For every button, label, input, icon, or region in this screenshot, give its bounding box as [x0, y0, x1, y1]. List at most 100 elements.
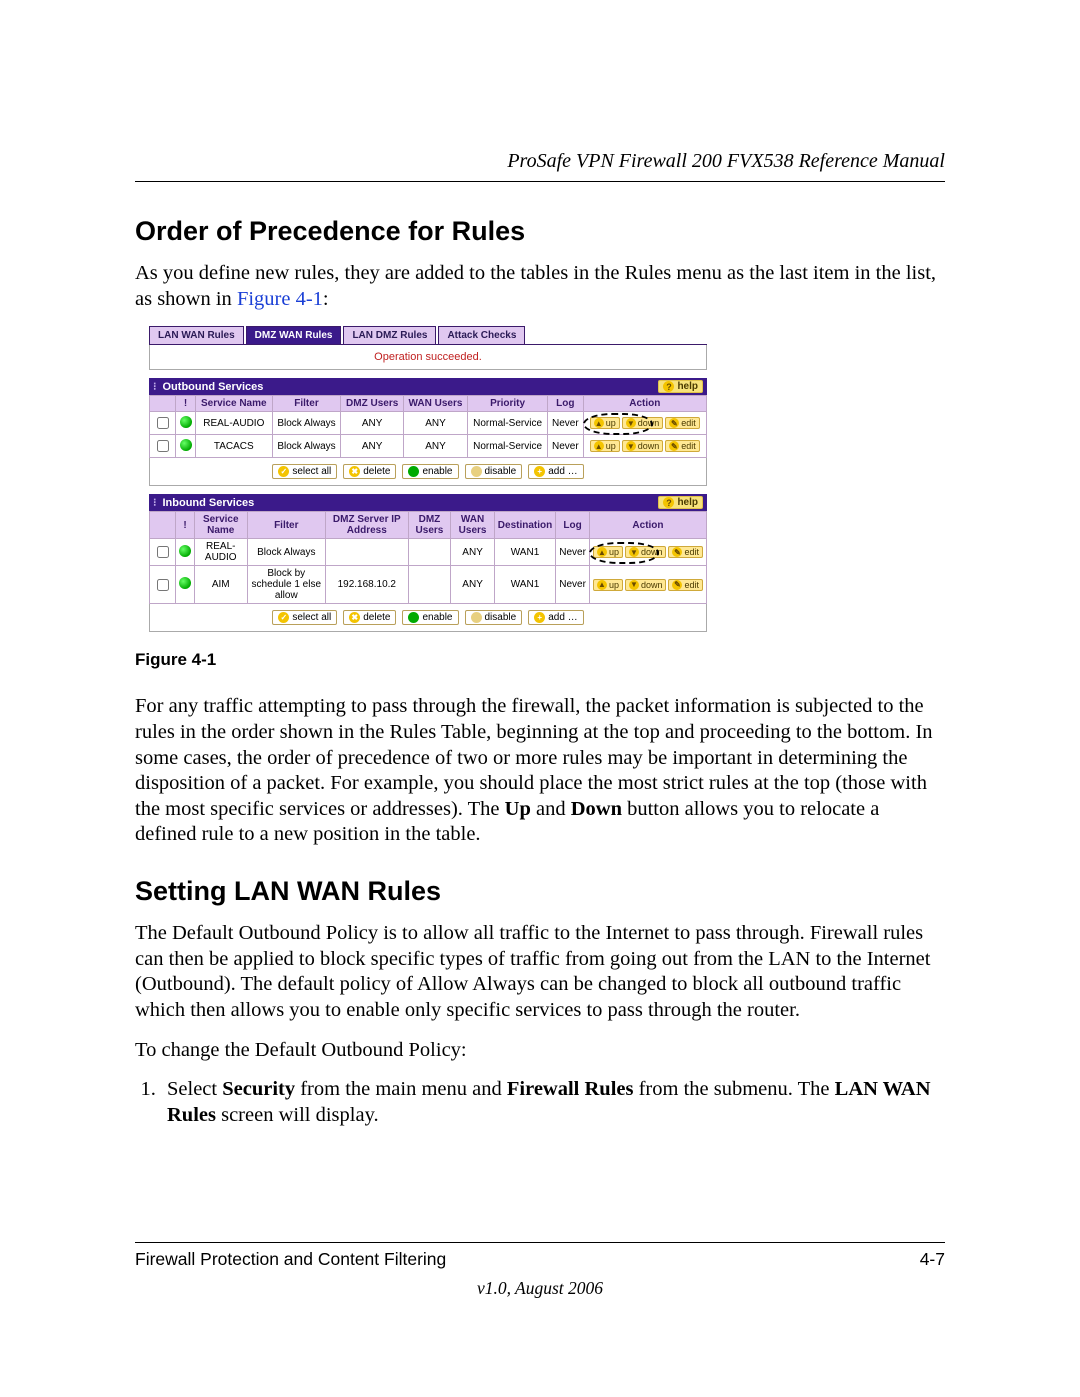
help-icon: ? — [663, 381, 674, 392]
inbound-button-row: ✓select all ✖delete enable disable +add … — [149, 604, 707, 632]
down-button[interactable]: ▼down — [622, 417, 664, 429]
col-wan-users: WAN Users — [403, 396, 467, 412]
status-dot-icon — [180, 416, 192, 428]
up-label: up — [606, 441, 616, 451]
row-checkbox[interactable] — [157, 440, 169, 452]
down-arrow-icon: ▼ — [629, 580, 639, 590]
figure-reference-link[interactable]: Figure 4-1 — [237, 288, 323, 310]
row-checkbox[interactable] — [157, 579, 169, 591]
col-log: Log — [548, 396, 584, 412]
disable-icon — [471, 466, 482, 477]
add-button[interactable]: +add … — [528, 610, 583, 625]
enable-icon — [408, 612, 419, 623]
tab-lan-dmz-rules[interactable]: LAN DMZ Rules — [343, 326, 436, 344]
step1-firewall-rules-bold: Firewall Rules — [507, 1078, 634, 1100]
drag-grip-icon: ⁝ — [153, 497, 157, 509]
help-icon: ? — [663, 497, 674, 508]
cell-wan: ANY — [403, 435, 467, 458]
section-heading-order-precedence: Order of Precedence for Rules — [135, 216, 945, 247]
up-label: up — [606, 418, 616, 428]
down-button[interactable]: ▼down — [625, 546, 667, 558]
down-label: down — [638, 441, 660, 451]
up-arrow-icon: ▲ — [597, 580, 607, 590]
edit-button[interactable]: ✎edit — [665, 440, 700, 452]
step-1: Select Security from the main menu and F… — [161, 1077, 945, 1128]
down-label: down — [641, 547, 663, 557]
select-all-button[interactable]: ✓select all — [272, 464, 337, 479]
up-arrow-icon: ▲ — [597, 547, 607, 557]
up-arrow-icon: ▲ — [594, 441, 604, 451]
delete-button[interactable]: ✖delete — [343, 464, 396, 479]
disable-label: disable — [485, 612, 517, 623]
tab-attack-checks[interactable]: Attack Checks — [438, 326, 525, 344]
delete-icon: ✖ — [349, 612, 360, 623]
delete-button[interactable]: ✖delete — [343, 610, 396, 625]
delete-label: delete — [363, 612, 390, 623]
cell-wan: ANY — [451, 539, 494, 566]
tab-lan-wan-rules[interactable]: LAN WAN Rules — [149, 326, 244, 344]
help-button[interactable]: ?help — [658, 380, 703, 393]
table-row: AIM Block by schedule 1 else allow 192.1… — [150, 566, 707, 604]
enable-button[interactable]: enable — [402, 464, 458, 479]
up-label: up — [609, 580, 619, 590]
up-button[interactable]: ▲up — [593, 579, 623, 591]
pencil-icon: ✎ — [672, 547, 682, 557]
intro-text-b: : — [323, 288, 329, 310]
edit-button[interactable]: ✎edit — [665, 417, 700, 429]
tab-dmz-wan-rules[interactable]: DMZ WAN Rules — [246, 326, 342, 344]
edit-button[interactable]: ✎edit — [668, 546, 703, 558]
edit-button[interactable]: ✎edit — [668, 579, 703, 591]
cell-filter: Block by schedule 1 else allow — [247, 566, 326, 604]
precedence-text-mid: and — [531, 798, 571, 820]
outbound-services-table: ! Service Name Filter DMZ Users WAN User… — [149, 395, 707, 458]
status-dot-icon — [180, 439, 192, 451]
down-button[interactable]: ▼down — [625, 579, 667, 591]
status-dot-icon — [179, 577, 191, 589]
cell-addr — [326, 539, 408, 566]
disable-button[interactable]: disable — [465, 464, 523, 479]
help-label: help — [677, 497, 698, 508]
row-checkbox[interactable] — [157, 546, 169, 558]
up-button[interactable]: ▲up — [593, 546, 623, 558]
disable-label: disable — [485, 466, 517, 477]
up-button[interactable]: ▲up — [590, 440, 620, 452]
down-button[interactable]: ▼down — [622, 440, 664, 452]
lan-wan-paragraph: The Default Outbound Policy is to allow … — [135, 921, 945, 1024]
col-bang: ! — [176, 512, 195, 539]
cell-dmz — [408, 539, 451, 566]
col-bang: ! — [176, 396, 196, 412]
col-service-name: Service Name — [196, 396, 273, 412]
outbound-title: Outbound Services — [163, 381, 264, 393]
select-all-label: select all — [292, 612, 331, 623]
table-row: TACACS Block Always ANY ANY Normal-Servi… — [150, 435, 707, 458]
col-filter: Filter — [247, 512, 326, 539]
page-footer: Firewall Protection and Content Filterin… — [135, 1242, 945, 1299]
edit-label: edit — [681, 441, 696, 451]
cell-log: Never — [548, 435, 584, 458]
add-label: add … — [548, 612, 577, 623]
up-button[interactable]: ▲up — [590, 417, 620, 429]
pencil-icon: ✎ — [669, 441, 679, 451]
add-icon: + — [534, 612, 545, 623]
footer-version: v1.0, August 2006 — [135, 1278, 945, 1299]
col-action: Action — [589, 512, 706, 539]
row-checkbox[interactable] — [157, 417, 169, 429]
add-button[interactable]: +add … — [528, 464, 583, 479]
intro-paragraph: As you define new rules, they are added … — [135, 261, 945, 312]
select-all-button[interactable]: ✓select all — [272, 610, 337, 625]
disable-button[interactable]: disable — [465, 610, 523, 625]
precedence-paragraph: For any traffic attempting to pass throu… — [135, 694, 945, 848]
col-wan-users: WAN Users — [451, 512, 494, 539]
edit-label: edit — [684, 547, 699, 557]
add-icon: + — [534, 466, 545, 477]
delete-label: delete — [363, 466, 390, 477]
table-row: REAL-AUDIO Block Always ANY ANY Normal-S… — [150, 412, 707, 435]
help-button[interactable]: ?help — [658, 496, 703, 509]
col-dmz-server-ip: DMZ Server IP Address — [326, 512, 408, 539]
cell-priority: Normal-Service — [468, 435, 548, 458]
edit-label: edit — [681, 418, 696, 428]
enable-icon — [408, 466, 419, 477]
cell-filter: Block Always — [272, 412, 341, 435]
enable-button[interactable]: enable — [402, 610, 458, 625]
cell-service: AIM — [195, 566, 248, 604]
